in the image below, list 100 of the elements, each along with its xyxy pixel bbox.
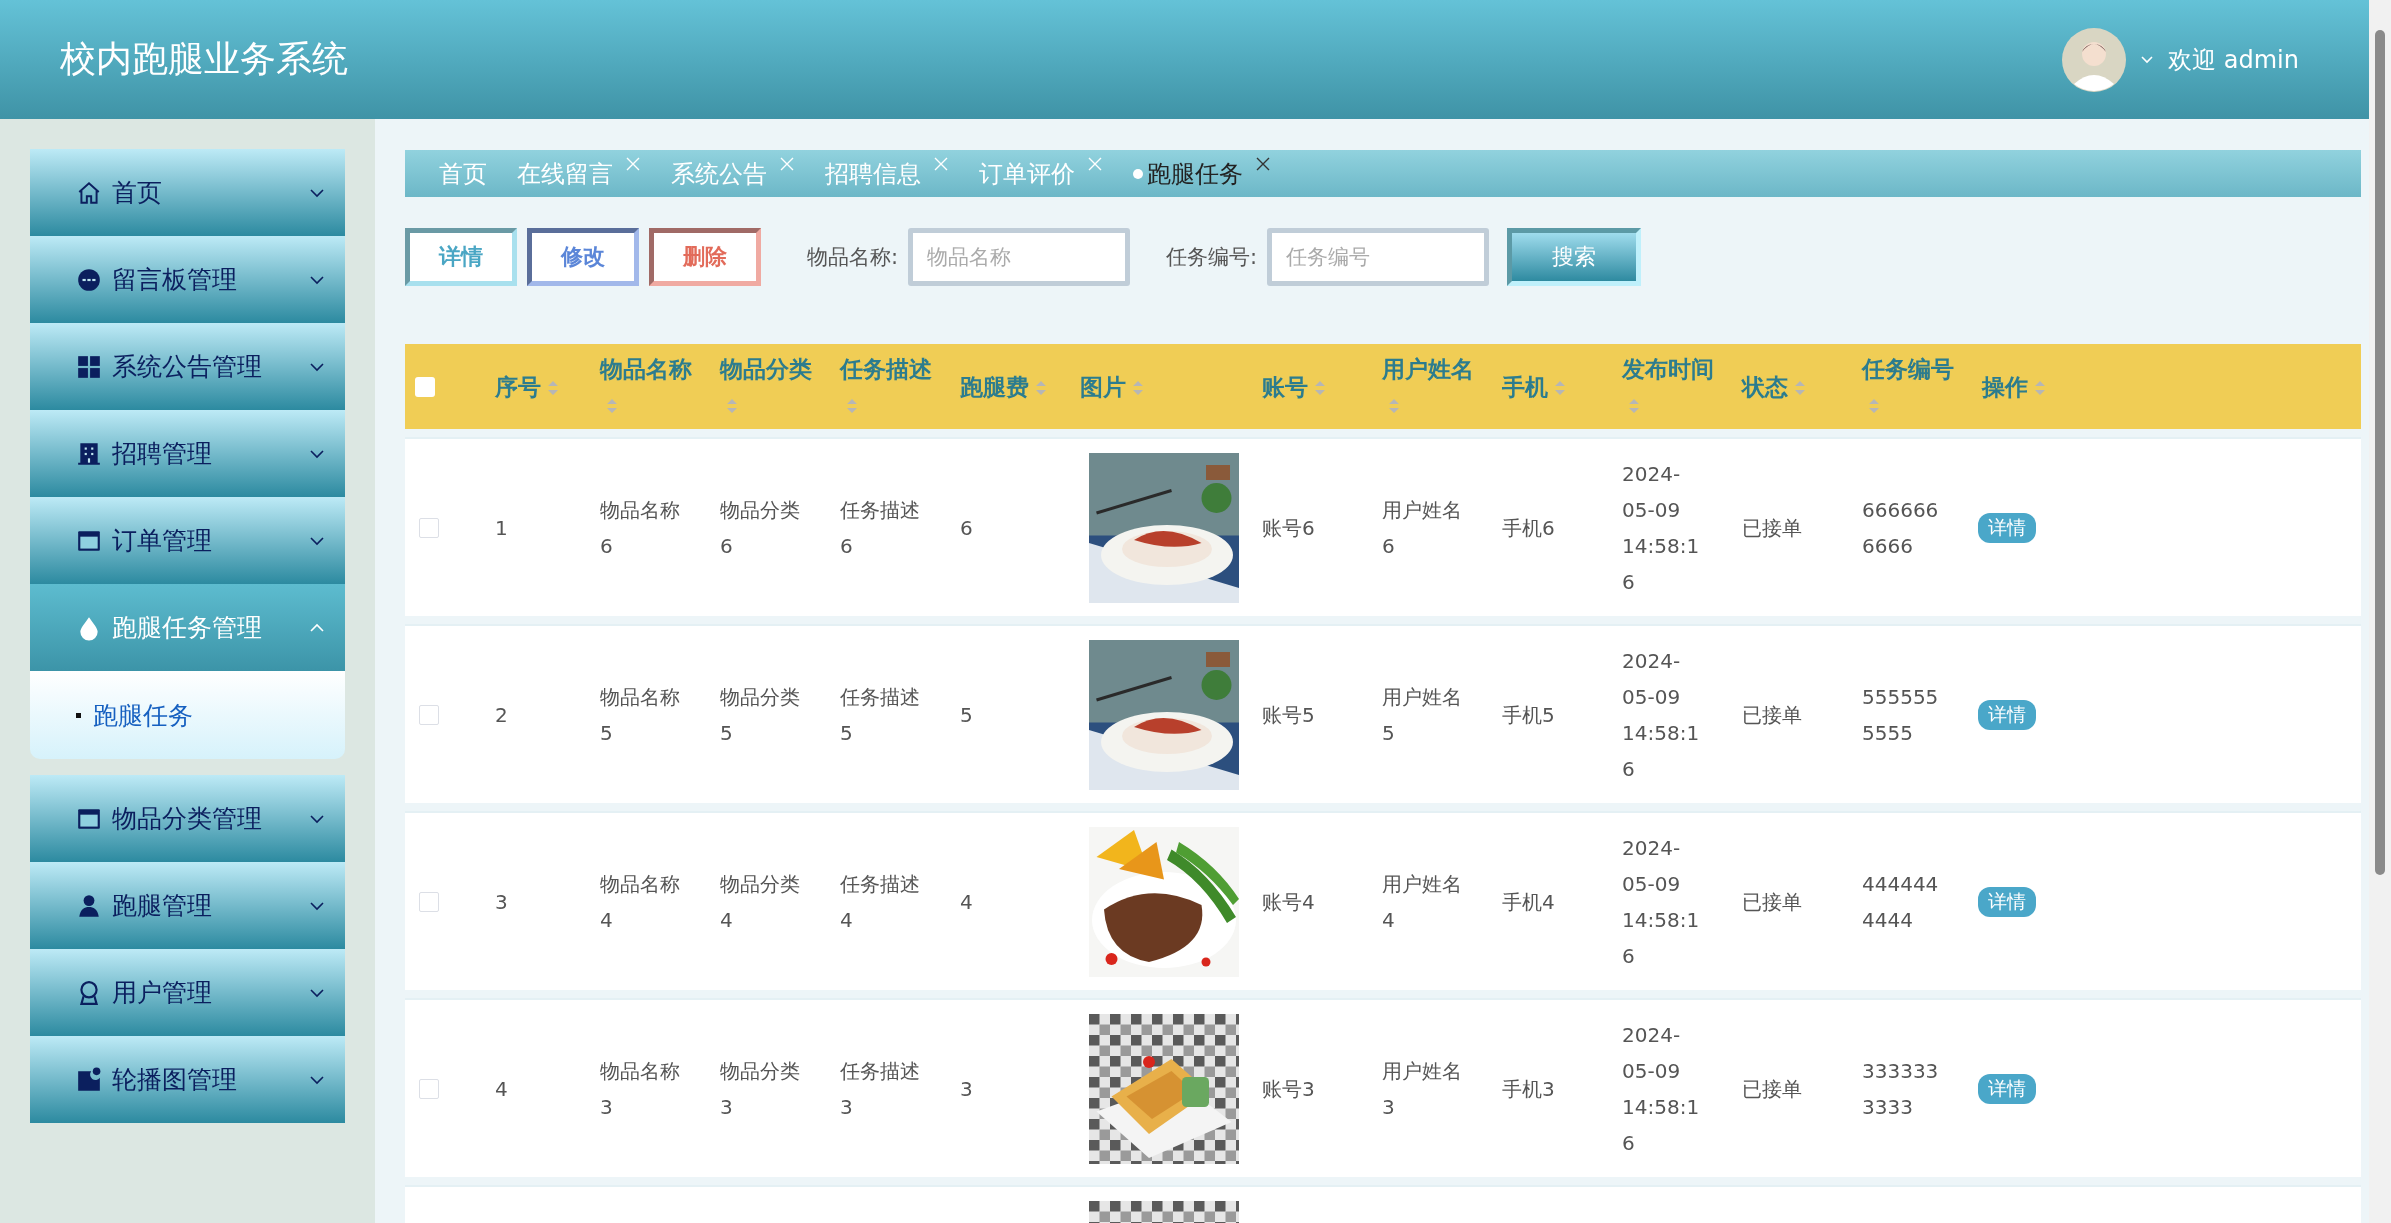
column-header[interactable]: 手机 <box>1490 368 1610 405</box>
sidebar-item[interactable]: 订单管理 <box>30 497 345 584</box>
table-cell-text: 账号4 <box>1261 888 1316 916</box>
sidebar-item[interactable]: 轮播图管理 <box>30 1036 345 1123</box>
column-header[interactable]: 物品分类 <box>708 350 828 423</box>
column-header[interactable]: 状态 <box>1730 368 1850 405</box>
table-cell-text: 5 <box>959 701 974 729</box>
sort-icon[interactable] <box>1868 397 1880 415</box>
search-button[interactable]: 搜索 <box>1507 228 1642 286</box>
chat-bubble-icon <box>76 266 102 293</box>
table-cell-text: 1 <box>494 514 509 542</box>
chevron-up-icon <box>309 622 325 633</box>
sort-icon[interactable] <box>1132 379 1144 397</box>
sort-icon[interactable] <box>846 397 858 415</box>
chevron-down-icon <box>309 274 325 285</box>
sort-icon[interactable] <box>1628 397 1640 415</box>
detail-button[interactable]: 详情 <box>1978 886 2036 917</box>
field-label: 物品名称: <box>807 244 899 271</box>
app-title: 校内跑腿业务系统 <box>60 37 348 81</box>
submenu-item[interactable]: 跑腿任务 <box>93 698 193 732</box>
table-cell-text: 3 <box>494 888 509 916</box>
row-checkbox[interactable] <box>419 891 439 912</box>
tab[interactable]: 订单评价 <box>979 157 1103 190</box>
home-icon <box>76 179 102 206</box>
avatar-icon[interactable] <box>2062 27 2127 92</box>
sidebar-item[interactable]: 跑腿任务管理 <box>30 584 345 671</box>
sort-icon[interactable] <box>1035 379 1047 397</box>
edit-button[interactable]: 修改 <box>527 228 639 286</box>
table-cell-text: 已接单 <box>1741 701 1803 729</box>
sort-icon[interactable] <box>726 397 738 415</box>
table-cell-text: 物品分类3 <box>719 1057 801 1121</box>
chevron-down-icon <box>309 813 325 824</box>
sort-icon[interactable] <box>2034 379 2046 397</box>
chevron-down-icon <box>309 900 325 911</box>
sidebar-item[interactable]: 跑腿管理 <box>30 862 345 949</box>
sort-icon[interactable] <box>547 379 559 397</box>
table-cell-text: 物品分类4 <box>719 870 801 934</box>
table-cell-text: 4 <box>959 888 974 916</box>
sidebar-item[interactable]: 首页 <box>30 149 345 236</box>
sort-icon[interactable] <box>1794 379 1806 397</box>
column-header[interactable]: 任务描述 <box>828 350 948 423</box>
search-field[interactable]: 任务编号 <box>1267 228 1490 286</box>
table-cell-text: 已接单 <box>1741 1075 1803 1103</box>
bullet-icon <box>76 712 81 718</box>
table-cell-text: 6 <box>959 514 974 542</box>
row-checkbox[interactable] <box>419 517 439 538</box>
column-header[interactable]: 图片 <box>1068 368 1250 405</box>
select-all-checkbox[interactable] <box>415 376 435 397</box>
table-cell-text: 物品名称3 <box>599 1057 681 1121</box>
grid-icon <box>76 353 102 380</box>
row-checkbox[interactable] <box>419 1078 439 1099</box>
table-cell-text: 任务描述3 <box>839 1057 921 1121</box>
sort-icon[interactable] <box>1554 379 1566 397</box>
column-header[interactable]: 序号 <box>483 368 588 405</box>
table-cell-text: 2024-05-09 14:58:16 <box>1621 834 1701 970</box>
search-field[interactable]: 物品名称 <box>908 228 1131 286</box>
detail-button[interactable]: 详情 <box>1978 512 2036 543</box>
column-header[interactable]: 发布时间 <box>1610 350 1730 423</box>
tab[interactable]: 跑腿任务 <box>1133 157 1271 190</box>
table-cell-text: 手机5 <box>1501 701 1556 729</box>
sidebar-item[interactable]: 用户管理 <box>30 949 345 1036</box>
close-icon[interactable] <box>1255 155 1271 172</box>
table-cell-text: 已接单 <box>1741 888 1803 916</box>
chevron-down-icon <box>309 987 325 998</box>
table-cell-text: 物品分类6 <box>719 496 801 560</box>
table-cell-text: 任务描述4 <box>839 870 921 934</box>
column-header[interactable]: 账号 <box>1250 368 1370 405</box>
caret-down-icon[interactable] <box>2140 54 2155 65</box>
building-icon <box>76 440 102 467</box>
tab[interactable]: 首页 <box>439 157 487 190</box>
table-cell-text: 3333333333 <box>1861 1057 1940 1121</box>
tab[interactable]: 招聘信息 <box>825 157 949 190</box>
delete-button[interactable]: 删除 <box>649 228 761 286</box>
sidebar-item[interactable]: 招聘管理 <box>30 410 345 497</box>
sort-icon[interactable] <box>606 397 618 415</box>
column-header[interactable]: 操作 <box>1970 368 2361 405</box>
column-header[interactable]: 物品名称 <box>588 350 708 423</box>
column-header[interactable]: 任务编号 <box>1850 350 1970 423</box>
table-cell-text: 2 <box>494 701 509 729</box>
detail-button[interactable]: 详情 <box>1978 1073 2036 1104</box>
image-icon <box>76 1066 102 1093</box>
table-cell-text: 物品名称4 <box>599 870 681 934</box>
detail-button[interactable]: 详情 <box>1978 699 2036 730</box>
chevron-down-icon <box>309 535 325 546</box>
chevron-down-icon <box>309 448 325 459</box>
tab[interactable]: 系统公告 <box>671 157 795 190</box>
sidebar-item[interactable]: 物品分类管理 <box>30 775 345 862</box>
tab[interactable]: 在线留言 <box>517 157 641 190</box>
scrollbar-thumb[interactable] <box>2375 30 2385 875</box>
scrollbar[interactable] <box>2369 0 2391 1223</box>
column-header[interactable]: 用户姓名 <box>1370 350 1490 423</box>
sidebar-item[interactable]: 系统公告管理 <box>30 323 345 410</box>
sidebar-item[interactable]: 留言板管理 <box>30 236 345 323</box>
row-checkbox[interactable] <box>419 704 439 725</box>
detail-button[interactable]: 详情 <box>405 228 517 286</box>
person-icon <box>76 892 102 919</box>
sort-icon[interactable] <box>1314 379 1326 397</box>
table-cell-text: 4 <box>494 1075 509 1103</box>
sort-icon[interactable] <box>1388 397 1400 415</box>
column-header[interactable]: 跑腿费 <box>948 368 1068 405</box>
